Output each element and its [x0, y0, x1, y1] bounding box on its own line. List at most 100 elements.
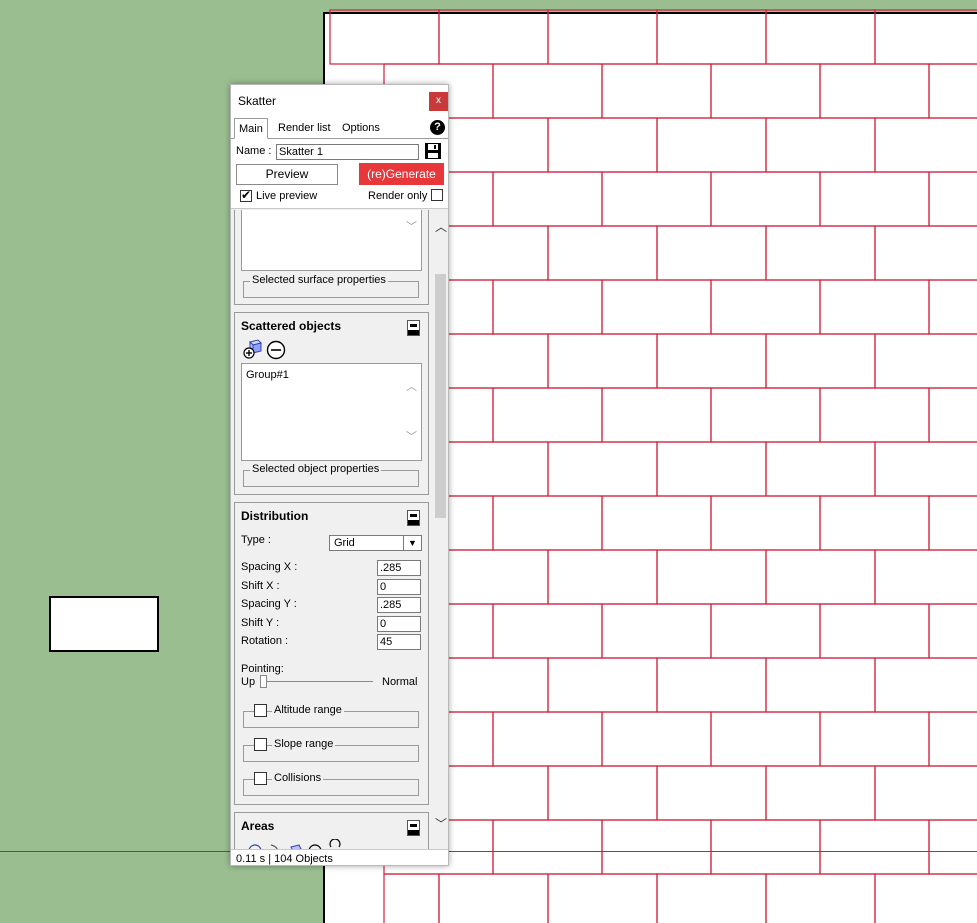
brick	[765, 765, 876, 821]
brick	[438, 549, 549, 605]
title-bar[interactable]: Skatter x	[231, 85, 448, 115]
brick	[601, 279, 712, 335]
brick	[819, 819, 930, 875]
rotation-input[interactable]: 45	[377, 634, 421, 650]
areas-title: Areas	[241, 819, 275, 833]
brick	[383, 873, 440, 923]
collisions-checkbox[interactable]	[254, 772, 267, 785]
brick	[656, 657, 767, 713]
spacing-y-label: Spacing Y :	[241, 598, 297, 610]
brick	[656, 225, 767, 281]
shift-y-input[interactable]: 0	[377, 616, 421, 632]
shift-x-label: Shift X :	[241, 580, 280, 592]
brick	[547, 333, 658, 389]
pointing-slider-thumb[interactable]	[260, 675, 267, 688]
brick	[765, 225, 876, 281]
brick	[710, 279, 821, 335]
brick	[601, 495, 712, 551]
type-select[interactable]: Grid ▼	[329, 535, 422, 551]
collapse-icon[interactable]	[407, 320, 420, 336]
brick	[765, 873, 876, 923]
brick	[547, 9, 658, 65]
brick	[874, 117, 977, 173]
scroll-area[interactable]: ﹀ Selected surface properties Scattered …	[231, 210, 448, 855]
remove-icon[interactable]	[266, 340, 286, 360]
list-item[interactable]: Group#1	[246, 369, 289, 381]
slope-range-label: Slope range	[272, 738, 336, 750]
brick	[765, 9, 876, 65]
brick	[819, 387, 930, 443]
brick	[438, 9, 549, 65]
brick	[874, 657, 977, 713]
tab-main[interactable]: Main	[234, 118, 268, 139]
brick	[928, 495, 977, 551]
list-scroll-down-icon[interactable]: ﹀	[406, 428, 417, 444]
brick	[710, 603, 821, 659]
pointing-max-label: Normal	[382, 676, 418, 688]
selected-surface-properties-label: Selected surface properties	[250, 274, 388, 286]
live-preview-checkbox[interactable]	[240, 188, 252, 202]
pointing-min-label: Up	[241, 676, 256, 688]
brick	[710, 171, 821, 227]
add-object-icon[interactable]	[243, 339, 263, 359]
preview-button[interactable]: Preview	[236, 164, 338, 185]
list-scroll-up-icon[interactable]: ︿	[406, 378, 417, 394]
surfaces-list[interactable]: ﹀	[241, 210, 422, 271]
save-icon[interactable]	[424, 142, 442, 160]
brick	[492, 495, 603, 551]
list-scroll-down-icon[interactable]: ﹀	[406, 218, 417, 234]
scroll-up-icon[interactable]: ︿	[435, 218, 447, 235]
generate-button[interactable]: (re)Generate	[359, 163, 444, 185]
brick	[765, 333, 876, 389]
scroll-down-icon[interactable]: ﹀	[435, 815, 447, 832]
brick	[438, 333, 549, 389]
collapse-icon[interactable]	[407, 510, 420, 526]
brick	[547, 657, 658, 713]
render-only-checkbox[interactable]	[431, 189, 443, 201]
name-input[interactable]: Skatter 1	[276, 144, 419, 160]
shift-y-label: Shift Y :	[241, 617, 280, 629]
spacing-y-input[interactable]: .285	[377, 597, 421, 613]
surfaces-box: ﹀ Selected surface properties	[234, 210, 429, 305]
brick	[874, 225, 977, 281]
close-button[interactable]: x	[429, 92, 448, 111]
altitude-range-checkbox[interactable]	[254, 704, 267, 717]
brick	[874, 333, 977, 389]
type-select-value: Grid	[334, 537, 355, 549]
help-icon[interactable]: ?	[430, 120, 445, 135]
tab-options[interactable]: Options	[338, 118, 384, 139]
live-preview-label: Live preview	[256, 190, 318, 202]
distribution-title: Distribution	[241, 509, 309, 523]
brick	[928, 603, 977, 659]
window-title: Skatter	[238, 94, 277, 108]
brick	[874, 765, 977, 821]
brick	[656, 873, 767, 923]
brick	[928, 63, 977, 119]
brick	[547, 765, 658, 821]
pointing-slider-track[interactable]	[263, 681, 373, 682]
scrollbar-thumb[interactable]	[435, 274, 446, 518]
slope-range-group: Slope range	[243, 738, 419, 762]
spacing-x-input[interactable]: .285	[377, 560, 421, 576]
chevron-down-icon[interactable]: ▼	[403, 536, 421, 550]
collapse-icon[interactable]	[407, 820, 420, 836]
selected-surface-properties[interactable]: Selected surface properties	[243, 274, 419, 298]
brick	[819, 711, 930, 767]
brick	[765, 117, 876, 173]
scattered-objects-box: Scattered objects Group#1 ︿ ﹀ Selected o	[234, 312, 429, 495]
skatter-panel: Skatter x Main Render list Options ? Nam…	[230, 84, 449, 866]
scattered-objects-list[interactable]: Group#1 ︿ ﹀	[241, 363, 422, 461]
brick	[928, 387, 977, 443]
tab-render-list[interactable]: Render list	[274, 118, 335, 139]
viewport-3d[interactable]	[0, 0, 977, 923]
brick	[547, 117, 658, 173]
brick	[928, 279, 977, 335]
brick	[874, 549, 977, 605]
vertical-scrollbar[interactable]: ︿ ﹀	[432, 210, 448, 855]
brick	[492, 387, 603, 443]
spacing-x-label: Spacing X :	[241, 561, 298, 573]
slope-range-checkbox[interactable]	[254, 738, 267, 751]
shift-x-input[interactable]: 0	[377, 579, 421, 595]
selected-object-properties[interactable]: Selected object properties	[243, 463, 419, 487]
brick	[601, 711, 712, 767]
